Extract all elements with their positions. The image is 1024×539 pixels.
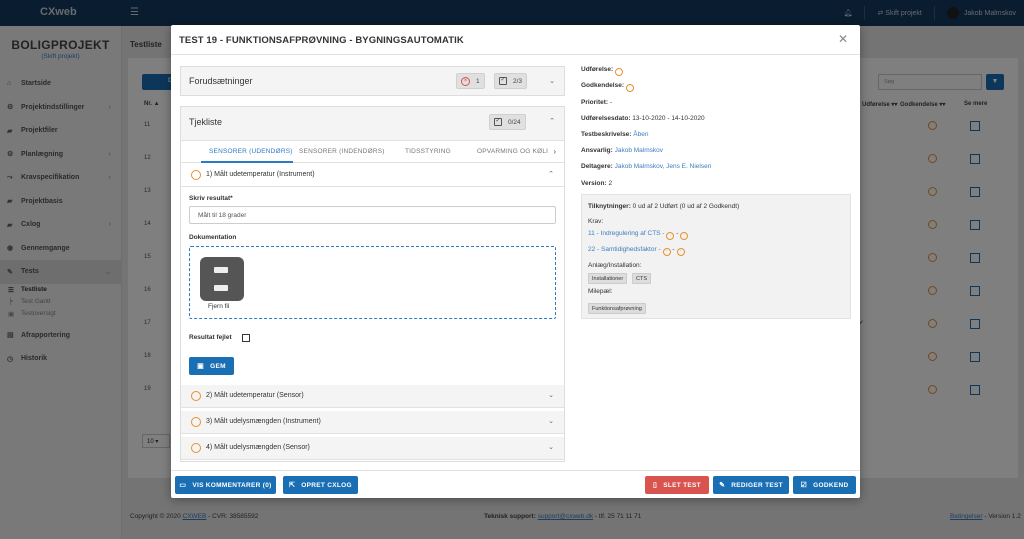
chevron-down-icon[interactable]: ⌄ [549, 77, 555, 85]
tab-sensorer-indendors[interactable]: SENSORER (INDENDØRS) [299, 148, 385, 155]
checklist-item-label: 4) Målt udelysmængden (Sensor) [206, 444, 310, 451]
chevron-down-icon: ⌄ [548, 444, 554, 451]
plant-tag[interactable]: Installationer [588, 273, 628, 284]
pencil-icon: ✎ [719, 482, 726, 489]
external-link-icon: ⇱ [289, 482, 296, 489]
modal-title: TEST 19 - FUNKTIONSAFPRØVNING - BYGNINGS… [179, 35, 464, 46]
checklist-item-2-header[interactable]: 2) Målt udetemperatur (Sensor) ⌄ [181, 385, 564, 408]
documentation-dropzone[interactable]: Fjern fil [189, 246, 556, 319]
save-button[interactable]: ▣ GEM [189, 357, 234, 375]
check-square-icon: ☑ [800, 482, 808, 489]
file-icon [214, 267, 228, 273]
chevron-down-icon: ⌄ [548, 418, 554, 425]
clock-icon: · [666, 232, 675, 240]
pending-circle-icon [191, 391, 201, 401]
checklist-item-4-header[interactable]: 4) Målt udelysmængden (Sensor) ⌄ [181, 437, 564, 460]
checklist-done-badge: ✓ 0/24 [489, 114, 526, 130]
result-input[interactable]: Målt til 18 grader [189, 206, 556, 224]
approval-status: Godkendelse: · [581, 82, 634, 92]
pending-circle-icon [191, 170, 201, 180]
open-description-link[interactable]: Åben [633, 131, 648, 138]
clock-icon: · [615, 68, 624, 76]
save-icon: ▣ [197, 363, 205, 370]
responsible-link[interactable]: Jakob Malmskov [615, 147, 663, 154]
checklist-title: Tjekliste [189, 117, 223, 127]
failed-checkbox[interactable] [242, 334, 250, 342]
chevron-up-icon[interactable]: ⌃ [549, 117, 555, 125]
requirement-link-22[interactable]: 22 - Samtidighedsfaktor - · - · [588, 246, 685, 256]
plant-tag[interactable]: CTS [632, 273, 651, 284]
prerequisites-done-badge: ✓ 2/3 [494, 73, 528, 89]
prerequisites-title: Forudsætninger [189, 76, 253, 86]
checkbox-icon: ✓ [494, 118, 502, 126]
approve-button[interactable]: ☑ GODKEND [793, 476, 856, 494]
priority-row: Prioritet: - [581, 99, 613, 106]
chevron-up-icon: ⌃ [548, 171, 554, 178]
x-circle-icon: × [461, 76, 470, 86]
checklist-item-3-header[interactable]: 3) Målt udelysmængden (Instrument) ⌄ [181, 411, 564, 434]
chevron-right-icon[interactable]: › [553, 147, 556, 156]
prerequisites-panel[interactable]: Forudsætninger × 1 ✓ 2/3 ⌄ [180, 66, 565, 96]
checklist-item-label: 2) Målt udetemperatur (Sensor) [206, 392, 304, 399]
checklist-panel: Tjekliste ✓ 0/24 ⌃ SENSORER (UDENDØRS) SE… [180, 106, 565, 462]
pending-circle-icon [191, 417, 201, 427]
file-icon [214, 285, 228, 291]
show-comments-button[interactable]: ▭ VIS KOMMENTARER (0) [175, 476, 276, 494]
modal-footer: ▭ VIS KOMMENTARER (0) ⇱ OPRET CXLOG ▯ SLET … [171, 470, 860, 498]
modal-left-column: Forudsætninger × 1 ✓ 2/3 ⌄ Tjekliste ✓ 0/24… [180, 66, 565, 462]
create-cxlog-button[interactable]: ⇱ OPRET CXLOG [283, 476, 358, 494]
clock-icon: · [625, 84, 634, 92]
chevron-down-icon: ⌄ [548, 392, 554, 399]
version-row: Version: 2 [581, 180, 613, 187]
test-detail-modal: TEST 19 - FUNKTIONSAFPRØVNING - BYGNINGS… [171, 25, 860, 498]
tab-sensorer-udendors[interactable]: SENSORER (UDENDØRS) [209, 148, 293, 155]
checklist-item-label: 3) Målt udelysmængden (Instrument) [206, 418, 321, 425]
milestone-label: Milepæl: [588, 288, 613, 295]
description-row: Testbeskrivelse: Åben [581, 131, 649, 138]
file-thumbnail [200, 257, 244, 301]
close-icon[interactable]: ✕ [838, 32, 848, 46]
requirement-link-11[interactable]: 11 - Indregulering af CTS - · - · [588, 230, 689, 240]
prerequisites-failed-badge: × 1 [456, 73, 485, 89]
checklist-tabs: SENSORER (UDENDØRS) SENSORER (INDENDØRS)… [181, 141, 564, 163]
responsible-row: Ansvarlig: Jakob Malmskov [581, 147, 664, 154]
participants-row: Deltagere: Jakob Malmskov, Jens E. Niels… [581, 163, 712, 170]
trash-icon: ▯ [653, 482, 658, 489]
checklist-item-label: 1) Målt udetemperatur (Instrument) [206, 171, 315, 178]
comments-icon: ▭ [179, 482, 187, 489]
relations-summary: Tilknytninger: 0 ud af 2 Udført (0 ud af… [588, 203, 740, 210]
modal-header: TEST 19 - FUNKTIONSAFPRØVNING - BYGNINGS… [171, 25, 860, 55]
requirements-label: Krav: [588, 218, 604, 225]
delete-test-button[interactable]: ▯ SLET TEST [645, 476, 709, 494]
failed-label: Resultat fejlet [189, 334, 232, 341]
execution-status: Udførelse: · [581, 66, 624, 76]
relations-box: Tilknytninger: 0 ud af 2 Udført (0 ud af… [581, 194, 851, 319]
clock-icon: · [676, 248, 685, 256]
active-tab-indicator [201, 161, 293, 163]
tab-tidsstyring[interactable]: TIDSSTYRING [405, 148, 451, 155]
plant-label: Anlæg/Installation: [588, 262, 642, 269]
edit-test-button[interactable]: ✎ REDIGER TEST [713, 476, 789, 494]
execution-date-row: Udførelsesdato: 13-10-2020 - 14-10-2020 [581, 115, 705, 122]
milestone-tag[interactable]: Funktionsafprøvning [588, 303, 646, 314]
participants-link[interactable]: Jakob Malmskov, Jens E. Nielsen [615, 163, 712, 170]
pending-circle-icon [191, 443, 201, 453]
documentation-label: Dokumentation [189, 234, 237, 241]
clock-icon: · [680, 232, 689, 240]
result-label: Skriv resultat* [189, 195, 233, 202]
checkbox-icon: ✓ [499, 77, 507, 85]
tab-opvarming[interactable]: OPVARMING OG KØLI [477, 148, 548, 155]
checklist-item-1-header[interactable]: 1) Målt udetemperatur (Instrument) ⌃ [181, 164, 564, 187]
clock-icon: · [662, 248, 671, 256]
remove-file-link[interactable]: Fjern fil [208, 303, 229, 310]
